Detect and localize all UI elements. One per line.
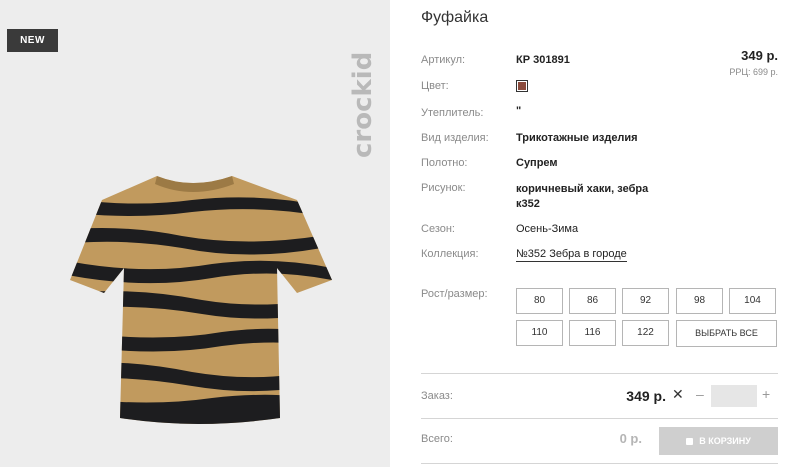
divider [421,373,778,374]
add-to-cart-button[interactable]: В КОРЗИНУ [659,427,778,455]
fabric-label: Полотно: [421,157,468,169]
size-option[interactable]: 86 [569,288,616,314]
size-option[interactable]: 110 [516,320,563,346]
collection-label: Коллекция: [421,248,479,260]
decrease-quantity-button[interactable]: – [696,386,704,402]
size-option[interactable]: 116 [569,320,616,346]
season-value: Осень-Зима [516,223,579,235]
season-label: Сезон: [421,223,455,235]
order-price: 349 р. [626,388,666,404]
color-label: Цвет: [421,80,449,92]
product-type-label: Вид изделия: [421,132,489,144]
size-option[interactable]: 98 [676,288,723,314]
color-swatch-fill [518,82,526,90]
add-to-cart-label: В КОРЗИНУ [699,436,751,446]
quantity-input[interactable] [711,385,757,407]
brand-logo-text: crockid [348,52,378,158]
product-price: 349 р. [741,48,778,63]
tshirt-image [70,176,332,424]
color-swatch[interactable] [516,80,528,92]
product-photo[interactable]: NEW crockid [0,0,390,467]
size-label: Рост/размер: [421,288,488,300]
brand-logo: crockid [348,52,378,158]
product-type-value: Трикотажные изделия [516,132,638,144]
pattern-label: Рисунок: [421,182,466,194]
order-label: Заказ: [421,390,453,402]
pattern-value: коричневый хаки, зебра к352 [516,183,649,210]
cart-icon [686,438,694,445]
new-badge: NEW [7,29,58,52]
size-option[interactable]: 122 [622,320,669,346]
product-title: Фуфайка [421,9,489,26]
article-value: КР 301891 [516,54,570,66]
divider [421,463,778,464]
insulation-value: " [516,105,522,117]
total-label: Всего: [421,433,453,445]
fabric-value: Супрем [516,157,558,169]
divider [421,418,778,419]
collection-link[interactable]: №352 Зебра в городе [516,248,627,262]
size-option[interactable]: 92 [622,288,669,314]
size-option[interactable]: 104 [729,288,776,314]
multiply-icon: ✕ [672,386,684,402]
select-all-sizes-button[interactable]: ВЫБРАТЬ ВСЕ [676,320,777,347]
article-label: Артикул: [421,54,466,66]
total-value: 0 р. [619,431,642,446]
rrp-price: РРЦ: 699 р. [729,67,778,77]
increase-quantity-button[interactable]: + [762,386,770,402]
insulation-label: Утеплитель: [421,107,484,119]
size-option[interactable]: 80 [516,288,563,314]
